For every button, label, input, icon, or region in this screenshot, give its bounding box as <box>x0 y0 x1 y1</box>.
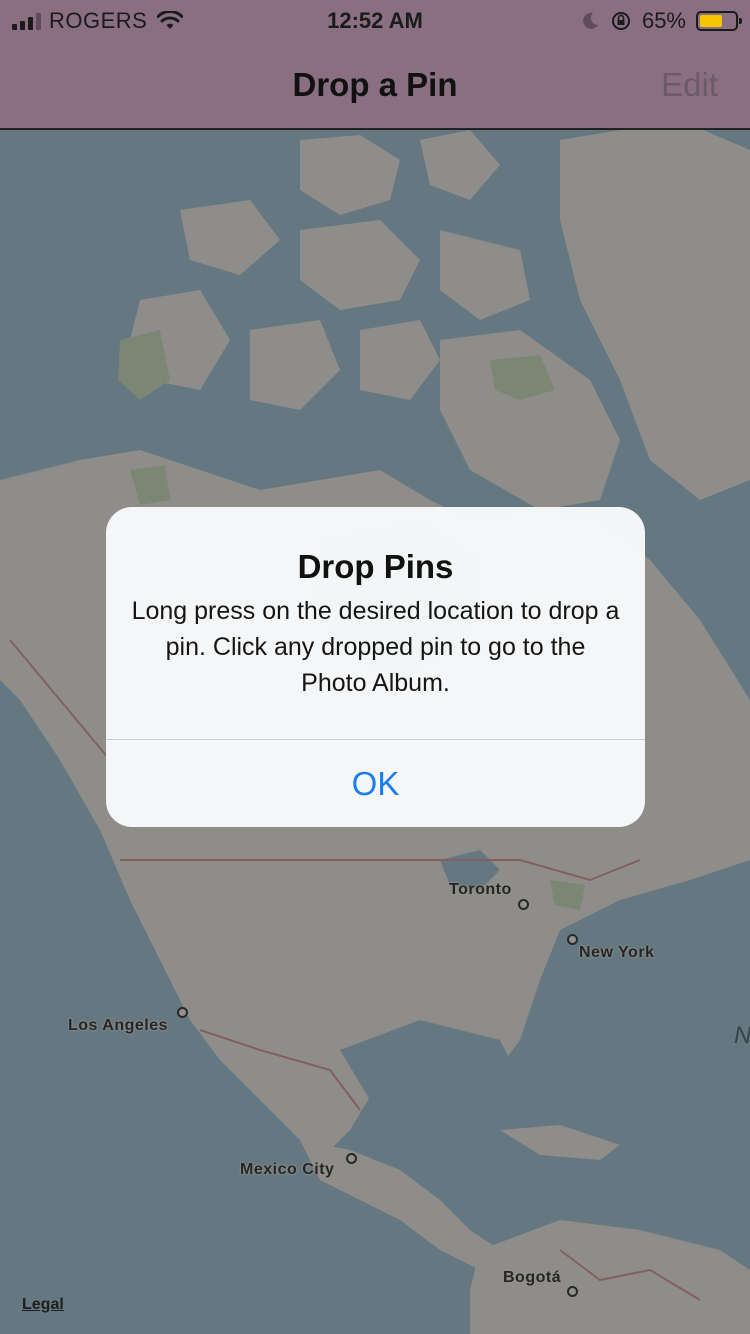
battery-nub <box>739 18 742 24</box>
orientation-lock-icon <box>611 12 630 30</box>
battery-percent: 65% <box>641 8 686 33</box>
edit-button[interactable]: Edit <box>661 66 718 104</box>
moon-icon <box>583 12 598 29</box>
battery-fill <box>700 15 722 27</box>
alert-title: Drop Pins <box>297 548 454 585</box>
page-title: Drop a Pin <box>292 66 458 103</box>
navigation-bar: Drop a Pin Edit <box>0 42 750 130</box>
drop-pins-alert: Drop Pins Long press on the desired loca… <box>106 507 645 827</box>
battery-icon <box>696 11 742 31</box>
ok-button[interactable]: OK <box>106 740 645 827</box>
status-bar: ROGERS 12:52 AM 65% <box>0 0 750 42</box>
status-right: 65% <box>580 8 742 34</box>
alert-message: Long press on the desired location to dr… <box>131 597 620 697</box>
